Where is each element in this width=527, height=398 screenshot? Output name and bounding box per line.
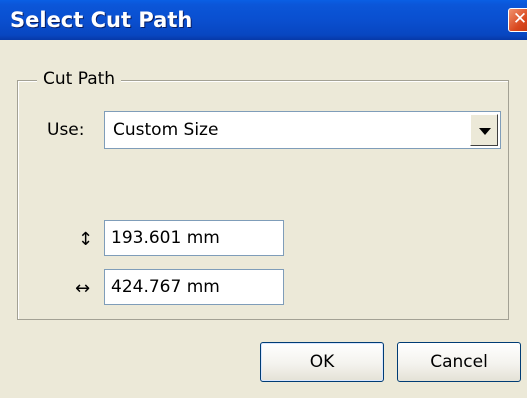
window-title: Select Cut Path xyxy=(10,8,193,32)
title-bar[interactable]: Select Cut Path ✕ xyxy=(0,0,527,40)
cut-path-group-title: Cut Path xyxy=(37,68,122,90)
horizontal-arrows-icon: ↔ xyxy=(75,278,91,299)
close-button[interactable]: ✕ xyxy=(508,8,527,32)
cancel-button[interactable]: Cancel xyxy=(397,342,521,382)
width-value: 424.767 mm xyxy=(111,277,220,297)
height-value: 193.601 mm xyxy=(111,228,220,248)
close-icon: ✕ xyxy=(512,9,527,29)
use-dropdown-value: Custom Size xyxy=(113,120,219,140)
use-dropdown[interactable]: Custom Size xyxy=(104,111,501,149)
use-label: Use: xyxy=(47,120,85,140)
dropdown-arrow-button[interactable] xyxy=(470,114,498,146)
width-field[interactable]: 424.767 mm xyxy=(104,269,284,305)
ok-button[interactable]: OK xyxy=(260,342,384,382)
height-field[interactable]: 193.601 mm xyxy=(104,220,284,256)
vertical-arrows-icon: ↕ xyxy=(78,229,94,250)
